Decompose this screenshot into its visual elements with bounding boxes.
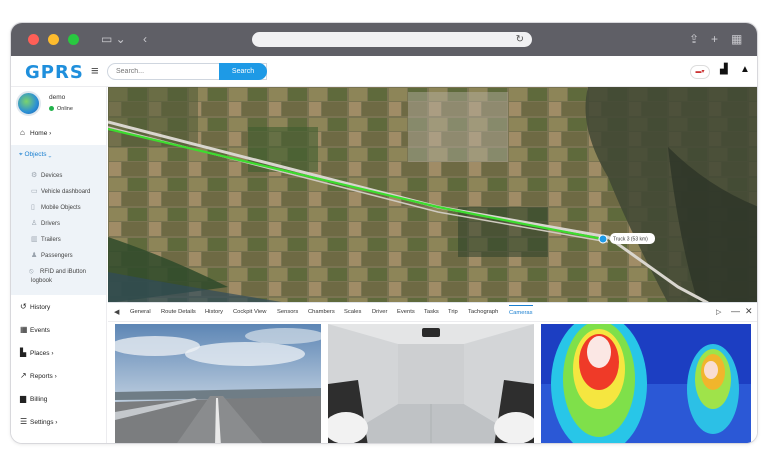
vehicle-marker-icon[interactable] bbox=[598, 234, 608, 244]
nav-sub-drivers[interactable]: ♙ Drivers bbox=[31, 219, 60, 229]
home-icon: ⌂ bbox=[20, 128, 25, 137]
search-button[interactable]: Search bbox=[219, 63, 267, 80]
trailer-icon: ▥ bbox=[31, 236, 38, 243]
close-window-button[interactable] bbox=[28, 34, 39, 45]
tab-cockpit-view[interactable]: Cockpit View bbox=[233, 309, 266, 315]
nav-objects[interactable]: ⌖ Objects ⌄ bbox=[19, 151, 51, 159]
places-icon: ▙ bbox=[20, 348, 27, 357]
nav-events[interactable]: ▦ Events bbox=[11, 324, 106, 337]
thermal-camera-image bbox=[541, 324, 751, 443]
language-flag-icon[interactable]: ▬▾ bbox=[690, 65, 710, 79]
nav-sub-trailers[interactable]: ▥ Trailers bbox=[31, 235, 61, 245]
back-icon[interactable]: ‹ bbox=[143, 31, 147, 47]
tab-trip[interactable]: Trip bbox=[448, 309, 458, 315]
vehicle-label: Truck 3 (53 km) bbox=[613, 237, 648, 243]
address-bar[interactable]: ↻ bbox=[252, 32, 532, 47]
nav-reports[interactable]: ↗ Reports › bbox=[11, 370, 106, 383]
map-icon[interactable]: ▟ bbox=[720, 64, 728, 75]
tab-tachograph[interactable]: Tachograph bbox=[468, 309, 498, 315]
nav-billing-label: Billing bbox=[30, 396, 48, 403]
nav-history-label: History bbox=[30, 304, 51, 311]
app-logo[interactable]: GPRS bbox=[25, 62, 84, 83]
hamburger-menu-icon[interactable]: ≡ bbox=[91, 63, 99, 78]
object-details-panel: ◀ General Route Details History Cockpit … bbox=[108, 302, 757, 443]
nav-history[interactable]: ↺ History bbox=[11, 301, 106, 314]
camera-feed-road[interactable] bbox=[115, 324, 321, 443]
zoom-window-button[interactable] bbox=[68, 34, 79, 45]
collapse-left-icon[interactable]: ◀ bbox=[114, 308, 119, 316]
tab-route-details[interactable]: Route Details bbox=[161, 309, 196, 315]
nav-sub-passengers[interactable]: ♟ Passengers bbox=[31, 251, 73, 261]
tab-history[interactable]: History bbox=[205, 309, 223, 315]
dashboard-icon: ▭ bbox=[31, 188, 38, 195]
camera-feed-cargo[interactable] bbox=[328, 324, 534, 443]
new-tab-icon[interactable]: + bbox=[711, 31, 718, 47]
tab-general[interactable]: General bbox=[130, 309, 151, 315]
objects-icon: ⌖ bbox=[19, 151, 23, 158]
nav-sub-devices[interactable]: ⚙ Devices bbox=[31, 171, 62, 181]
tab-cameras[interactable]: Cameras bbox=[509, 305, 533, 316]
sub-label: Drivers bbox=[41, 221, 60, 227]
sidebar: demo Online ⌂ Home › ⌖ Objects ⌄ ⚙ Devices… bbox=[11, 87, 107, 443]
nav-home[interactable]: ⌂ Home › bbox=[11, 127, 106, 140]
nav-home-label: Home bbox=[30, 130, 48, 137]
satellite-map[interactable]: Truck 3 (53 km) bbox=[108, 87, 757, 303]
tab-driver[interactable]: Driver bbox=[372, 309, 387, 315]
share-icon[interactable]: ⇪ bbox=[689, 31, 699, 47]
settings-icon: ☰ bbox=[20, 417, 28, 426]
bell-icon[interactable]: ▲ bbox=[740, 64, 750, 75]
map-canvas: Truck 3 (53 km) bbox=[108, 87, 757, 303]
tab-chambers[interactable]: Chambers bbox=[308, 309, 335, 315]
nav-places-label: Places bbox=[30, 350, 50, 357]
expand-right-icon[interactable]: ▷ bbox=[716, 308, 721, 316]
town-area bbox=[408, 92, 508, 162]
sub-label: Devices bbox=[41, 173, 63, 179]
browser-window: ▭ ⌄ ‹ ↻ ⇪ + ▦ GPRS ≡ Search ▬▾ ▟ ▲ demo … bbox=[10, 22, 758, 444]
panel-tabs: ◀ General Route Details History Cockpit … bbox=[108, 303, 757, 322]
nav-reports-label: Reports bbox=[30, 373, 53, 380]
calendar-icon: ▦ bbox=[20, 325, 28, 334]
mobile-icon: ▯ bbox=[31, 204, 35, 211]
road-camera-image bbox=[115, 324, 321, 443]
nav-settings[interactable]: ☰ Settings › bbox=[11, 416, 106, 429]
nav-objects-label: Objects bbox=[24, 151, 47, 158]
history-icon: ↺ bbox=[20, 302, 27, 311]
reload-icon[interactable]: ↻ bbox=[516, 32, 524, 47]
minimize-window-button[interactable] bbox=[48, 34, 59, 45]
sub-label: RFID and iButton logbook bbox=[31, 269, 87, 284]
tab-tasks[interactable]: Tasks bbox=[424, 309, 439, 315]
tab-events[interactable]: Events bbox=[397, 309, 415, 315]
sub-label: Vehicle dashboard bbox=[41, 189, 91, 195]
nav-settings-label: Settings bbox=[30, 419, 54, 426]
cart-icon: ▆ bbox=[20, 394, 27, 403]
tabs-overview-icon[interactable]: ▦ bbox=[731, 31, 742, 47]
avatar[interactable] bbox=[16, 91, 41, 116]
close-panel-icon[interactable]: ✕ bbox=[745, 306, 753, 317]
sub-label: Passengers bbox=[41, 253, 73, 259]
minimize-panel-icon[interactable]: — bbox=[731, 306, 740, 316]
passengers-icon: ♟ bbox=[31, 252, 38, 259]
browser-titlebar: ▭ ⌄ ‹ ↻ ⇪ + ▦ bbox=[11, 23, 757, 56]
cargo-camera-image bbox=[328, 324, 534, 443]
sub-label: Trailers bbox=[41, 237, 61, 243]
nav-billing[interactable]: ▆ Billing bbox=[11, 393, 106, 406]
nav-sub-vehicle-dashboard[interactable]: ▭ Vehicle dashboard bbox=[31, 187, 90, 197]
sidebar-toggle-icon[interactable]: ▭ ⌄ bbox=[101, 31, 126, 47]
nav-places[interactable]: ▙ Places › bbox=[11, 347, 106, 360]
reports-icon: ↗ bbox=[20, 371, 27, 380]
driver-icon: ♙ bbox=[31, 220, 38, 227]
nav-sub-mobile-objects[interactable]: ▯ Mobile Objects bbox=[31, 203, 81, 213]
camera-feed-thermal[interactable] bbox=[541, 324, 751, 443]
user-card: demo Online bbox=[11, 87, 106, 123]
rfid-icon: ⦸ bbox=[29, 268, 34, 275]
user-status: Online bbox=[49, 106, 73, 112]
user-name: demo bbox=[49, 94, 66, 101]
nav-events-label: Events bbox=[30, 327, 50, 334]
tab-scales[interactable]: Scales bbox=[344, 309, 361, 315]
nav-sub-rfid-logbook[interactable]: ⦸ RFID and iButton logbook bbox=[19, 267, 105, 286]
tab-sensors[interactable]: Sensors bbox=[277, 309, 298, 315]
devices-icon: ⚙ bbox=[31, 172, 38, 179]
app-header: GPRS ≡ Search ▬▾ ▟ ▲ bbox=[11, 56, 757, 87]
sub-label: Mobile Objects bbox=[41, 205, 81, 211]
